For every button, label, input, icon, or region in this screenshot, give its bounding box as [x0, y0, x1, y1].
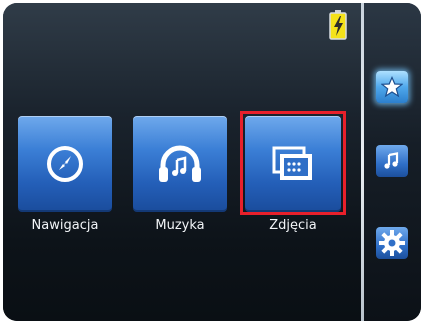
music-tile[interactable] [133, 116, 227, 212]
gear-icon [379, 230, 405, 256]
compass-icon [47, 146, 83, 182]
headphones-icon [159, 145, 201, 182]
photos-label: Zdjęcia [269, 218, 317, 233]
star-icon [381, 76, 403, 98]
music-note-icon [384, 152, 399, 169]
settings-button[interactable] [376, 227, 408, 259]
music-label: Muzyka [155, 218, 205, 233]
favorites-button[interactable] [376, 71, 408, 103]
selection-highlight [240, 111, 346, 215]
music-shortcut-button[interactable] [376, 145, 408, 177]
navigation-tile[interactable] [18, 116, 112, 212]
navigation-label: Nawigacja [31, 218, 99, 233]
battery-charging-icon [329, 10, 347, 40]
